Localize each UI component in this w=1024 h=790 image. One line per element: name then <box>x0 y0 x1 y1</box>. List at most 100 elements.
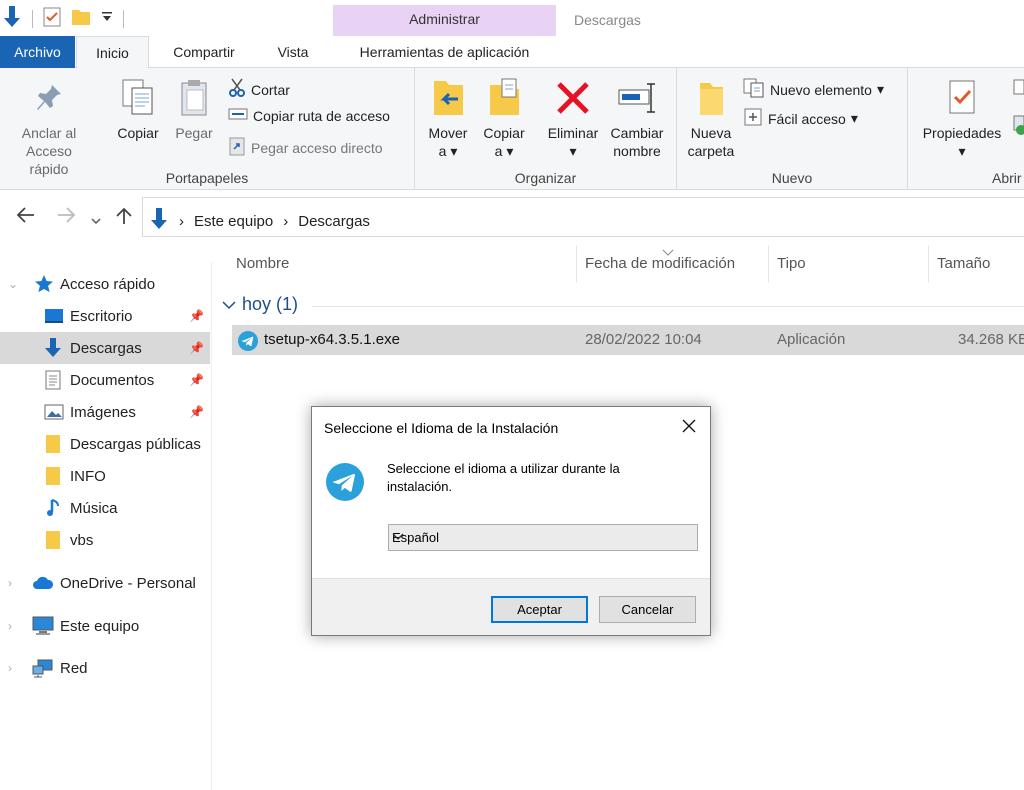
organize-group-label: Organizar <box>514 170 577 186</box>
chevron-down-icon <box>392 529 691 546</box>
column-divider[interactable] <box>768 246 769 282</box>
copy-button[interactable]: Copiar <box>110 76 166 142</box>
delete-x-icon <box>553 76 593 120</box>
paste-shortcut-button[interactable]: Pegar acceso directo <box>228 136 383 159</box>
cancel-button[interactable]: Cancelar <box>599 596 696 623</box>
nav-onedrive[interactable]: › OneDrive - Personal <box>0 567 210 599</box>
back-arrow-icon[interactable] <box>16 206 36 229</box>
column-divider[interactable] <box>576 246 577 282</box>
breadcrumb-this-pc[interactable]: Este equipo <box>194 213 273 230</box>
language-select[interactable]: Español <box>388 524 698 551</box>
group-header-today[interactable]: hoy (1) <box>222 294 298 315</box>
tab-file[interactable]: Archivo <box>0 36 75 68</box>
pin-icon: 📌 <box>189 405 204 419</box>
nav-item-label: INFO <box>70 467 106 485</box>
new-group: Nueva carpeta Nuevo elemento ▾ Fácil acc… <box>677 68 908 190</box>
column-divider[interactable] <box>928 246 929 282</box>
forward-arrow-icon[interactable] <box>56 206 76 229</box>
rename-label-line1: Cambiar <box>610 125 664 141</box>
properties-label: Propiedades <box>922 125 1002 141</box>
file-type: Aplicación <box>777 331 846 348</box>
paste-button[interactable]: Pegar <box>170 76 218 142</box>
delete-dropdown-icon: ▾ <box>569 143 577 159</box>
cut-button[interactable]: Cortar <box>228 78 290 101</box>
tab-home[interactable]: Inicio <box>76 36 149 69</box>
up-arrow-icon[interactable] <box>115 206 133 231</box>
nav-network[interactable]: › Red <box>0 652 210 684</box>
telegram-icon <box>238 331 258 355</box>
music-note-icon <box>46 498 62 518</box>
pin-icon: 📌 <box>189 341 204 355</box>
folder-icon <box>44 434 62 454</box>
expand-chevron-icon[interactable]: › <box>8 661 12 675</box>
nav-item-documents[interactable]: Documentos 📌 <box>0 364 210 396</box>
properties-icon <box>942 76 982 120</box>
nav-quick-access-label: Acceso rápido <box>60 275 156 293</box>
copy-icon <box>118 76 158 120</box>
nav-quick-access[interactable]: ⌄ Acceso rápido <box>0 268 210 300</box>
new-item-icon <box>743 78 765 101</box>
easy-access-button[interactable]: Fácil acceso ▾ <box>743 107 858 130</box>
copy-to-button[interactable]: Copiar a ▾ <box>479 76 529 160</box>
tab-application-tools[interactable]: Herramientas de aplicación <box>333 36 556 68</box>
scissors-icon <box>228 78 246 101</box>
collapse-chevron-icon[interactable] <box>222 294 236 315</box>
new-item-label: Nuevo elemento <box>770 81 872 98</box>
copy-path-label: Copiar ruta de acceso <box>253 107 390 124</box>
nav-this-pc-label: Este equipo <box>60 617 140 635</box>
nav-item-label: Música <box>70 499 118 517</box>
nav-item-music[interactable]: Música <box>0 492 210 524</box>
properties-qa-icon[interactable] <box>43 7 61 30</box>
customize-qa-chevron-icon[interactable] <box>101 10 113 27</box>
nav-item-public-downloads[interactable]: Descargas públicas <box>0 428 210 460</box>
breadcrumb-chevron-icon[interactable]: › <box>179 213 184 230</box>
nav-item-desktop[interactable]: Escritorio 📌 <box>0 300 210 332</box>
move-to-icon <box>428 76 468 120</box>
easy-access-icon <box>743 107 763 130</box>
file-row[interactable]: tsetup-x64.3.5.1.exe 28/02/2022 10:04 Ap… <box>232 325 1024 355</box>
rename-label-line2: nombre <box>613 143 661 159</box>
delete-label: Eliminar <box>547 125 599 141</box>
new-folder-qa-icon[interactable] <box>71 7 91 30</box>
paste-shortcut-icon <box>228 136 246 159</box>
pin-quick-access-button[interactable]: Anclar al Acceso rápido <box>6 76 92 178</box>
expand-chevron-icon[interactable]: ⌄ <box>8 277 18 291</box>
nav-item-info[interactable]: INFO <box>0 460 210 492</box>
nav-this-pc[interactable]: › Este equipo <box>0 610 210 642</box>
close-icon[interactable] <box>676 415 702 441</box>
column-header-name[interactable]: Nombre <box>236 255 289 272</box>
properties-button[interactable]: Propiedades ▾ <box>914 76 1010 160</box>
address-bar[interactable]: › Este equipo › Descargas <box>142 197 1024 237</box>
nav-item-label: Imágenes <box>70 403 136 421</box>
copy-to-label-line2-text: a <box>494 143 503 159</box>
column-header-date[interactable]: Fecha de modificación <box>585 255 735 272</box>
downloads-location-icon <box>149 208 169 234</box>
ribbon: Anclar al Acceso rápido Copiar Pegar Cor… <box>0 68 1024 190</box>
recent-locations-chevron-icon[interactable] <box>90 210 102 231</box>
nav-item-label: Escritorio <box>70 307 133 325</box>
expand-chevron-icon[interactable]: › <box>8 619 12 633</box>
rename-button[interactable]: Cambiar nombre <box>605 76 669 160</box>
column-header-type[interactable]: Tipo <box>777 255 806 272</box>
accept-button[interactable]: Aceptar <box>491 596 588 623</box>
nav-item-vbs[interactable]: vbs <box>0 524 210 556</box>
move-to-button[interactable]: Mover a ▾ <box>423 76 473 160</box>
separator <box>123 9 124 28</box>
tab-view[interactable]: Vista <box>262 36 324 68</box>
expand-chevron-icon[interactable]: › <box>8 576 12 590</box>
tab-share[interactable]: Compartir <box>156 36 252 68</box>
nav-item-downloads[interactable]: Descargas 📌 <box>0 332 210 364</box>
new-item-button[interactable]: Nuevo elemento ▾ <box>743 78 884 101</box>
nav-item-pictures[interactable]: Imágenes 📌 <box>0 396 210 428</box>
breadcrumb-chevron-icon[interactable]: › <box>283 213 288 230</box>
copy-path-button[interactable]: Copiar ruta de acceso <box>228 107 390 124</box>
breadcrumb-downloads[interactable]: Descargas <box>298 213 370 230</box>
navigation-pane: ⌄ Acceso rápido Escritorio 📌 Descargas 📌… <box>0 262 212 790</box>
column-header-size[interactable]: Tamaño <box>937 255 990 272</box>
copy-path-icon <box>228 107 248 124</box>
ribbon-tabs: Archivo Inicio Compartir Vista Herramien… <box>0 36 1024 69</box>
open-icon[interactable] <box>1012 78 1024 141</box>
new-folder-button[interactable]: Nueva carpeta <box>683 76 739 160</box>
delete-button[interactable]: Eliminar ▾ <box>543 76 603 160</box>
copy-to-label-line1: Copiar <box>483 125 525 141</box>
